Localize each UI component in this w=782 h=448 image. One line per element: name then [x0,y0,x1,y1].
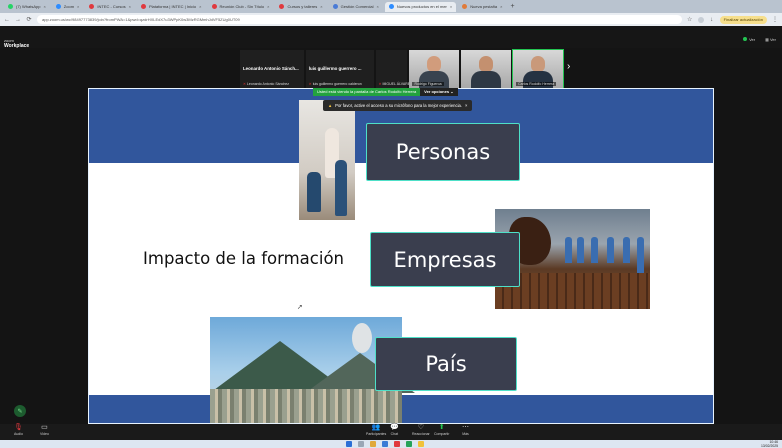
tab-zoom[interactable]: Zoom × [52,2,84,12]
more-button[interactable]: ⋯ Más [462,424,469,436]
more-icon: ⋯ [462,424,469,431]
site-icon [279,4,285,9]
mic-muted-icon: ✕ [378,82,382,86]
close-icon[interactable]: × [320,4,322,9]
site-icon [89,4,95,9]
zoom-header [0,26,782,48]
security-status[interactable]: Ver [743,37,755,42]
chat-icon: 💬 [390,424,399,431]
search-icon[interactable] [358,441,364,447]
close-icon[interactable]: × [465,103,467,108]
participant-tile[interactable]: ✕ MIGUEL ÁLVAREZ [375,50,412,88]
app-icon[interactable] [394,441,400,447]
site-icon [140,4,146,9]
mic-icon: 🎙 [14,424,23,431]
tab-cursos[interactable]: Cursos y talleres × [275,2,326,12]
zoom-icon [388,4,394,9]
share-banner: Usted está viendo la pantalla de Carlos … [313,88,458,96]
video-icon: ▭ [41,424,48,431]
whatsapp-icon [8,4,13,9]
zoom-icon [55,4,61,9]
tab-intec-cursos[interactable]: INTEC - Cursos × [85,2,135,12]
participant-face [427,56,442,72]
audio-button[interactable]: 🎙 Audio [14,424,23,436]
folder-icon[interactable] [370,441,376,447]
os-taskbar [0,440,782,448]
download-icon[interactable]: ↓ [709,17,715,23]
close-icon[interactable]: × [450,4,452,9]
view-menu[interactable]: ▦ Ver [765,37,776,42]
mouse-cursor-icon: ➚ [297,304,303,311]
share-button[interactable]: ⬆ Compartir [434,424,449,436]
workers-photo [299,100,355,220]
site-icon [211,4,217,9]
tab-plataforma[interactable]: Plataforma | INTEC | Inicio × [137,2,206,12]
profile-update-button[interactable]: Finalizar actualización [719,15,767,24]
browser-address-bar: ← → ⟳ app.zoom.us/wc/98497773839/join?fr… [0,13,782,26]
participants-button[interactable]: 👥 Participantes [366,424,386,436]
participants-icon: 👥 [371,424,381,431]
warning-icon: ▲ [328,103,333,108]
status-dot-icon [743,37,748,41]
mic-muted-icon: ✕ [308,82,312,86]
share-icon: ⬆ [438,424,445,431]
extension-icon[interactable] [697,16,704,23]
mic-permission-notice: ▲ Por favor, active el acceso a su micró… [323,100,473,111]
participant-face [479,56,494,72]
edge-icon[interactable] [382,441,388,447]
label-personas: Personas [366,123,520,181]
start-icon[interactable] [346,441,352,447]
react-button[interactable]: ♡ Reaccionar [412,424,430,436]
tab-nueva-pestana[interactable]: Nueva pestaña × [458,2,506,12]
site-icon [332,4,338,9]
close-icon[interactable]: × [377,4,379,9]
forward-icon[interactable]: → [15,17,21,23]
url-input[interactable]: app.zoom.us/wc/98497773839/join?fromPWA=… [37,15,682,24]
shared-screen: Personas Empresas País Impacto de la for… [88,88,714,424]
participant-face [531,56,546,72]
participant-tile[interactable]: luis guillermo guerrero ... ✕ luis guill… [305,50,374,88]
participant-tile[interactable]: Leonardo Antonio Sánch... ✕ Leonardo Ant… [240,50,304,88]
chrome-icon[interactable] [418,441,424,447]
site-icon [462,4,468,9]
back-icon[interactable]: ← [4,17,10,23]
menu-icon[interactable]: ⋮ [772,16,778,23]
participant-video-tile[interactable]: Carlos Rodolfo Herrera [512,49,564,89]
edit-fab-icon[interactable]: ✎ [14,405,26,417]
close-icon[interactable]: × [129,4,131,9]
view-options-button[interactable]: Ver opciones ⌄ [420,88,458,96]
reload-icon[interactable]: ⟳ [26,16,32,23]
tab-nuevos-productos[interactable]: Nuevos productos en el mer × [384,1,457,12]
zoom-logo: zoom Workplace [4,38,30,49]
participant-video-tile[interactable]: Rodrigo Figueroa [409,50,460,88]
label-pais: País [375,337,517,391]
mic-muted-icon: ✕ [243,82,246,86]
participant-gallery: Leonardo Antonio Sánch... ✕ Leonardo Ant… [240,49,564,89]
close-icon[interactable]: × [500,4,502,9]
slide-title: Impacto de la formación [143,249,345,268]
browser-tab-bar: (7) WhatsApp × Zoom × INTEC - Cursos × Plat… [0,0,782,13]
close-icon[interactable]: × [199,4,201,9]
react-icon: ♡ [417,424,424,431]
tab-reunion[interactable]: Reunión Club - Sin Título × [208,2,274,12]
tab-gestion[interactable]: Gestión Comercial × [329,2,383,12]
close-icon[interactable]: × [77,4,79,9]
screen: { "browser": { "tabs": [ {"label": "(7) … [0,0,782,448]
volcano-city-photo [210,317,415,423]
star-icon[interactable]: ☆ [687,16,693,23]
new-tab-icon[interactable]: + [511,3,515,10]
label-empresas: Empresas [370,232,520,287]
gallery-next-icon[interactable]: › [567,61,570,72]
app-icon[interactable] [406,441,412,447]
video-button[interactable]: ▭ Video [40,424,49,436]
participant-video-tile[interactable]: Rodrigo Figueroa [461,50,512,88]
close-icon[interactable]: × [267,4,269,9]
zoom-header-right: Ver ▦ Ver [743,37,776,42]
system-clock[interactable]: 10:46 13/02/2025 [761,440,778,448]
chat-button[interactable]: 💬 Chat [390,424,399,436]
close-icon[interactable]: × [43,4,45,9]
tab-whatsapp[interactable]: (7) WhatsApp × [4,2,50,12]
